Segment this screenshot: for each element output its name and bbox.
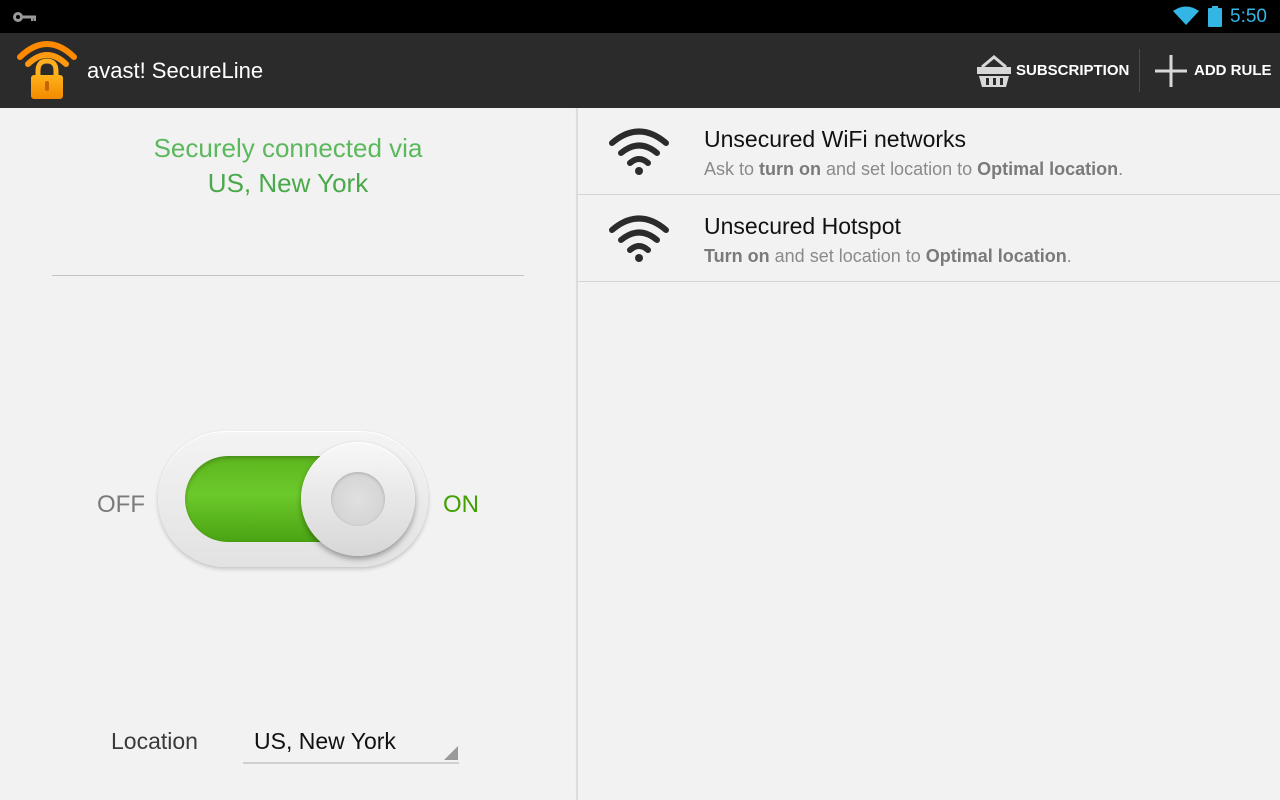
location-dropdown[interactable]: US, New York xyxy=(243,716,459,764)
clock: 5:50 xyxy=(1230,6,1267,27)
toggle-knob[interactable] xyxy=(301,442,415,556)
connection-pane: Securely connected via US, New York OFF … xyxy=(0,108,576,800)
vpn-toggle-switch[interactable] xyxy=(158,431,428,567)
connection-location: US, New York xyxy=(207,168,369,198)
app-title: avast! SecureLine xyxy=(87,58,264,83)
dropdown-arrow-icon xyxy=(444,746,458,760)
subscription-label: SUBSCRIPTION xyxy=(1016,62,1130,79)
toggle-knob-center xyxy=(331,472,385,526)
rule-title: Unsecured Hotspot xyxy=(704,213,901,239)
subscription-button[interactable]: SUBSCRIPTION xyxy=(976,33,1129,108)
rules-pane: Unsecured WiFi networks Ask to turn on a… xyxy=(578,108,1280,800)
rule-title: Unsecured WiFi networks xyxy=(704,126,967,152)
toggle-on-label: ON xyxy=(443,491,479,518)
connection-status-text: Securely connected via xyxy=(153,133,423,163)
add-rule-label: ADD RULE xyxy=(1194,62,1272,79)
battery-icon xyxy=(1208,6,1222,27)
wifi-icon xyxy=(609,128,669,175)
action-divider xyxy=(1139,49,1140,92)
action-bar: avast! SecureLine SUBSCRIPTION ADD RULE xyxy=(0,33,1280,108)
rule-description: Turn on and set location to Optimal loca… xyxy=(704,246,1072,266)
rule-item-unsecured-hotspot[interactable]: Unsecured Hotspot Turn on and set locati… xyxy=(578,195,1280,282)
add-rule-button[interactable]: ADD RULE xyxy=(1154,33,1272,108)
status-bar: 5:50 xyxy=(0,0,1280,33)
toggle-off-label: OFF xyxy=(97,491,145,518)
divider xyxy=(52,275,524,276)
location-label: Location xyxy=(111,728,198,754)
wifi-status-icon xyxy=(1173,6,1199,25)
plus-icon xyxy=(1155,54,1187,87)
secureline-logo-icon xyxy=(17,41,77,99)
location-dropdown-value: US, New York xyxy=(254,728,396,754)
wifi-icon xyxy=(609,215,669,262)
rule-description: Ask to turn on and set location to Optim… xyxy=(704,159,1124,179)
key-icon xyxy=(13,12,36,22)
basket-icon xyxy=(977,54,1011,87)
rule-item-unsecured-wifi[interactable]: Unsecured WiFi networks Ask to turn on a… xyxy=(578,108,1280,195)
